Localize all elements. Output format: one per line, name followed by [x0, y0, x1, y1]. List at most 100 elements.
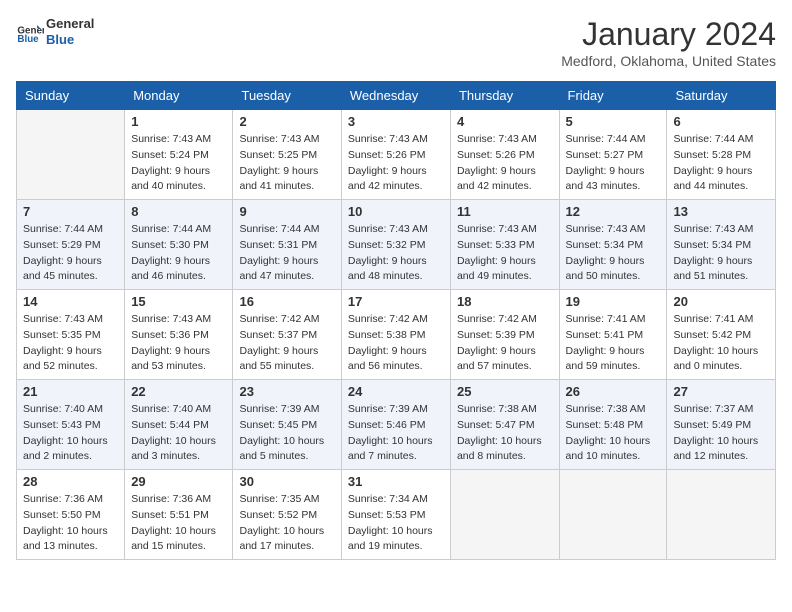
calendar-cell — [450, 470, 559, 560]
day-info: Sunrise: 7:40 AM Sunset: 5:44 PM Dayligh… — [131, 402, 226, 465]
calendar-cell: 6 Sunrise: 7:44 AM Sunset: 5:28 PM Daylig… — [667, 110, 776, 200]
day-number: 18 — [457, 294, 553, 309]
calendar-cell — [17, 110, 125, 200]
day-number: 1 — [131, 114, 226, 129]
day-info: Sunrise: 7:38 AM Sunset: 5:47 PM Dayligh… — [457, 402, 553, 465]
calendar-cell: 8 Sunrise: 7:44 AM Sunset: 5:30 PM Daylig… — [125, 200, 233, 290]
day-number: 28 — [23, 474, 118, 489]
calendar-cell: 12Sunrise: 7:43 AM Sunset: 5:34 PM Dayli… — [559, 200, 667, 290]
day-info: Sunrise: 7:43 AM Sunset: 5:34 PM Dayligh… — [673, 222, 769, 285]
day-info: Sunrise: 7:42 AM Sunset: 5:38 PM Dayligh… — [348, 312, 444, 375]
calendar-week-row: 1 Sunrise: 7:43 AM Sunset: 5:24 PM Daylig… — [17, 110, 776, 200]
day-number: 8 — [131, 204, 226, 219]
calendar-cell: 29 Sunrise: 7:36 AM Sunset: 5:51 PM Dayli… — [125, 470, 233, 560]
calendar-cell: 5 Sunrise: 7:44 AM Sunset: 5:27 PM Daylig… — [559, 110, 667, 200]
day-number: 2 — [239, 114, 334, 129]
day-number: 27 — [673, 384, 769, 399]
day-info: Sunrise: 7:44 AM Sunset: 5:27 PM Dayligh… — [566, 132, 661, 195]
day-number: 20 — [673, 294, 769, 309]
calendar-cell: 30 Sunrise: 7:35 AM Sunset: 5:52 PM Dayli… — [233, 470, 341, 560]
day-info: Sunrise: 7:42 AM Sunset: 5:37 PM Dayligh… — [239, 312, 334, 375]
calendar-cell: 1 Sunrise: 7:43 AM Sunset: 5:24 PM Daylig… — [125, 110, 233, 200]
day-number: 13 — [673, 204, 769, 219]
day-info: Sunrise: 7:44 AM Sunset: 5:31 PM Dayligh… — [239, 222, 334, 285]
calendar-cell: 23Sunrise: 7:39 AM Sunset: 5:45 PM Dayli… — [233, 380, 341, 470]
day-info: Sunrise: 7:43 AM Sunset: 5:32 PM Dayligh… — [348, 222, 444, 285]
day-info: Sunrise: 7:44 AM Sunset: 5:29 PM Dayligh… — [23, 222, 118, 285]
day-number: 15 — [131, 294, 226, 309]
weekday-header: Friday — [559, 82, 667, 110]
calendar-cell: 4Sunrise: 7:43 AM Sunset: 5:26 PM Daylig… — [450, 110, 559, 200]
day-number: 26 — [566, 384, 661, 399]
weekday-header: Monday — [125, 82, 233, 110]
calendar-cell: 9 Sunrise: 7:44 AM Sunset: 5:31 PM Daylig… — [233, 200, 341, 290]
calendar-week-row: 14Sunrise: 7:43 AM Sunset: 5:35 PM Dayli… — [17, 290, 776, 380]
calendar-cell — [667, 470, 776, 560]
calendar-cell: 20Sunrise: 7:41 AM Sunset: 5:42 PM Dayli… — [667, 290, 776, 380]
svg-text:Blue: Blue — [17, 33, 39, 44]
day-info: Sunrise: 7:43 AM Sunset: 5:33 PM Dayligh… — [457, 222, 553, 285]
day-info: Sunrise: 7:41 AM Sunset: 5:41 PM Dayligh… — [566, 312, 661, 375]
calendar-cell: 15Sunrise: 7:43 AM Sunset: 5:36 PM Dayli… — [125, 290, 233, 380]
day-number: 25 — [457, 384, 553, 399]
logo-blue: Blue — [46, 32, 94, 48]
calendar-week-row: 7 Sunrise: 7:44 AM Sunset: 5:29 PM Daylig… — [17, 200, 776, 290]
day-info: Sunrise: 7:35 AM Sunset: 5:52 PM Dayligh… — [239, 492, 334, 555]
weekday-header: Sunday — [17, 82, 125, 110]
day-info: Sunrise: 7:42 AM Sunset: 5:39 PM Dayligh… — [457, 312, 553, 375]
calendar-cell: 26 Sunrise: 7:38 AM Sunset: 5:48 PM Dayli… — [559, 380, 667, 470]
day-info: Sunrise: 7:44 AM Sunset: 5:30 PM Dayligh… — [131, 222, 226, 285]
day-info: Sunrise: 7:34 AM Sunset: 5:53 PM Dayligh… — [348, 492, 444, 555]
day-number: 30 — [239, 474, 334, 489]
day-number: 29 — [131, 474, 226, 489]
calendar-cell: 21Sunrise: 7:40 AM Sunset: 5:43 PM Dayli… — [17, 380, 125, 470]
day-info: Sunrise: 7:36 AM Sunset: 5:51 PM Dayligh… — [131, 492, 226, 555]
title-block: January 2024 Medford, Oklahoma, United S… — [561, 16, 776, 69]
calendar-cell: 14Sunrise: 7:43 AM Sunset: 5:35 PM Dayli… — [17, 290, 125, 380]
day-number: 12 — [566, 204, 661, 219]
calendar-cell: 27 Sunrise: 7:37 AM Sunset: 5:49 PM Dayli… — [667, 380, 776, 470]
day-number: 22 — [131, 384, 226, 399]
calendar-cell: 16Sunrise: 7:42 AM Sunset: 5:37 PM Dayli… — [233, 290, 341, 380]
calendar-cell — [559, 470, 667, 560]
day-number: 21 — [23, 384, 118, 399]
calendar-cell: 19 Sunrise: 7:41 AM Sunset: 5:41 PM Dayli… — [559, 290, 667, 380]
calendar-cell: 3Sunrise: 7:43 AM Sunset: 5:26 PM Daylig… — [341, 110, 450, 200]
calendar-cell: 13 Sunrise: 7:43 AM Sunset: 5:34 PM Dayli… — [667, 200, 776, 290]
weekday-header-row: SundayMondayTuesdayWednesdayThursdayFrid… — [17, 82, 776, 110]
calendar-cell: 28 Sunrise: 7:36 AM Sunset: 5:50 PM Dayli… — [17, 470, 125, 560]
day-number: 3 — [348, 114, 444, 129]
calendar-week-row: 28 Sunrise: 7:36 AM Sunset: 5:50 PM Dayli… — [17, 470, 776, 560]
day-number: 9 — [239, 204, 334, 219]
day-info: Sunrise: 7:36 AM Sunset: 5:50 PM Dayligh… — [23, 492, 118, 555]
calendar-week-row: 21Sunrise: 7:40 AM Sunset: 5:43 PM Dayli… — [17, 380, 776, 470]
day-info: Sunrise: 7:38 AM Sunset: 5:48 PM Dayligh… — [566, 402, 661, 465]
day-info: Sunrise: 7:43 AM Sunset: 5:24 PM Dayligh… — [131, 132, 226, 195]
day-number: 10 — [348, 204, 444, 219]
day-info: Sunrise: 7:37 AM Sunset: 5:49 PM Dayligh… — [673, 402, 769, 465]
day-number: 23 — [239, 384, 334, 399]
calendar-cell: 17Sunrise: 7:42 AM Sunset: 5:38 PM Dayli… — [341, 290, 450, 380]
day-number: 6 — [673, 114, 769, 129]
day-number: 14 — [23, 294, 118, 309]
calendar-cell: 25 Sunrise: 7:38 AM Sunset: 5:47 PM Dayli… — [450, 380, 559, 470]
location: Medford, Oklahoma, United States — [561, 53, 776, 69]
day-number: 5 — [566, 114, 661, 129]
weekday-header: Thursday — [450, 82, 559, 110]
calendar-table: SundayMondayTuesdayWednesdayThursdayFrid… — [16, 81, 776, 560]
calendar-cell: 7 Sunrise: 7:44 AM Sunset: 5:29 PM Daylig… — [17, 200, 125, 290]
calendar-cell: 10 Sunrise: 7:43 AM Sunset: 5:32 PM Dayli… — [341, 200, 450, 290]
weekday-header: Wednesday — [341, 82, 450, 110]
day-number: 31 — [348, 474, 444, 489]
day-info: Sunrise: 7:43 AM Sunset: 5:25 PM Dayligh… — [239, 132, 334, 195]
day-number: 7 — [23, 204, 118, 219]
logo-text: General Blue — [46, 16, 94, 47]
day-info: Sunrise: 7:43 AM Sunset: 5:26 PM Dayligh… — [457, 132, 553, 195]
calendar-cell: 31 Sunrise: 7:34 AM Sunset: 5:53 PM Dayli… — [341, 470, 450, 560]
day-number: 24 — [348, 384, 444, 399]
calendar-cell: 24 Sunrise: 7:39 AM Sunset: 5:46 PM Dayli… — [341, 380, 450, 470]
weekday-header: Saturday — [667, 82, 776, 110]
day-info: Sunrise: 7:39 AM Sunset: 5:46 PM Dayligh… — [348, 402, 444, 465]
day-number: 19 — [566, 294, 661, 309]
day-info: Sunrise: 7:44 AM Sunset: 5:28 PM Dayligh… — [673, 132, 769, 195]
